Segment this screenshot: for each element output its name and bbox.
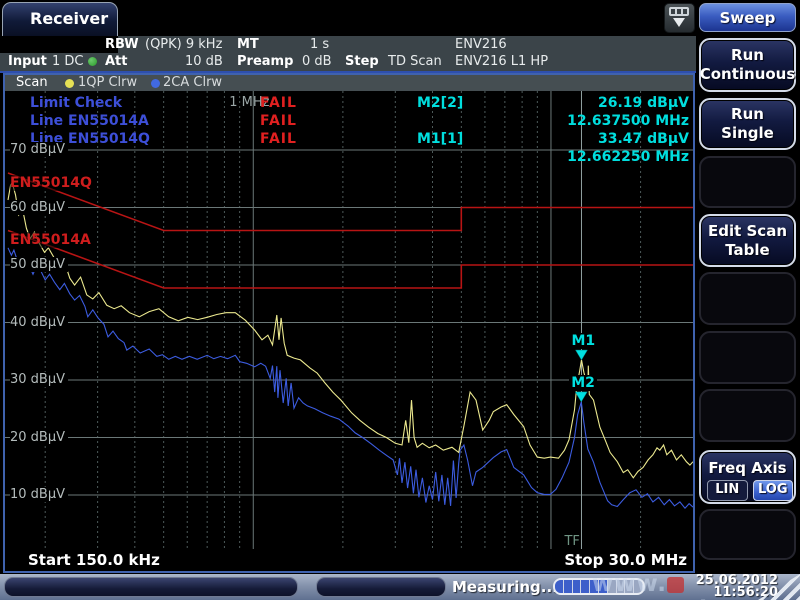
softkey-blank-5 (699, 509, 796, 560)
mt-value: 1 s (310, 37, 329, 52)
status-segment-left (4, 577, 298, 597)
rbw-value: (QPK) 9 kHz (145, 37, 222, 52)
y-axis-tick-label: 60 dBµV (10, 200, 68, 215)
step-key: Step (345, 54, 379, 69)
more-dots-icon (669, 7, 689, 16)
status-bar: Measuring... www.centronics.com 25.06.20… (0, 574, 800, 600)
env216-l1hp-label: ENV216 L1 HP (455, 54, 548, 69)
softkey-menu-title: Sweep (699, 3, 796, 32)
y-axis-tick-label: 20 dBµV (10, 430, 68, 445)
marker-m2-freq: 12.637500 MHz (567, 113, 689, 129)
limit-label-en55014q: EN55014Q (10, 175, 92, 191)
att-value: 10 dB (185, 54, 223, 69)
run-single-button[interactable]: Run Single (699, 98, 796, 150)
softkey-sidebar: Sweep Run Continuous Run Single Edit Sca… (696, 0, 800, 574)
marker-m2-level: 26.19 dBµV (598, 95, 689, 111)
freq-axis-lin-toggle[interactable]: LIN (707, 480, 748, 501)
limit-check-label: Limit Check (30, 95, 122, 111)
rbw-key: RBW (105, 37, 139, 52)
softkey-blank-1 (699, 156, 796, 208)
scan-title: Scan (16, 75, 48, 90)
y-axis-tick-label: 50 dBµV (10, 257, 68, 272)
input-value: 1 DC (52, 54, 84, 69)
softkey-blank-4 (699, 389, 796, 442)
freq-axis-label: Freq Axis (701, 459, 794, 478)
y-axis-tick-label: 30 dBµV (10, 372, 68, 387)
marker-m1-flag[interactable]: M1 (569, 333, 597, 349)
limit-line-a-label: Line EN55014A (30, 113, 149, 129)
start-frequency-label: Start 150.0 kHz (28, 551, 160, 569)
limit-line-q-result: FAIL (260, 131, 297, 147)
run-continuous-button[interactable]: Run Continuous (699, 38, 796, 92)
y-axis-tick-label: 70 dBµV (10, 142, 68, 157)
y-axis-tick-label: 10 dBµV (10, 487, 68, 502)
input-key: Input (8, 54, 47, 69)
marker-m1-freq: 12.662250 MHz (567, 149, 689, 165)
edit-scan-table-button[interactable]: Edit Scan Table (699, 214, 796, 267)
limit-check-result: FAIL (260, 95, 297, 111)
trace2-label[interactable]: 2CA Clrw (163, 75, 222, 90)
trace2-color-dot-icon (151, 79, 160, 88)
marker-m1-name: M1[1] (417, 131, 463, 147)
step-value: TD Scan (388, 54, 442, 69)
freq-axis-log-toggle[interactable]: LOG (753, 480, 794, 501)
preamp-key: Preamp (237, 54, 293, 69)
limit-line-a-result: FAIL (260, 113, 297, 129)
env216-label: ENV216 (455, 37, 507, 52)
mt-key: MT (237, 37, 259, 52)
tab-receiver[interactable]: Receiver (2, 2, 118, 36)
preamp-value: 0 dB (302, 54, 332, 69)
freq-axis-button[interactable]: Freq Axis LIN LOG (699, 450, 796, 504)
y-axis-tick-label: 40 dBµV (10, 315, 68, 330)
input-status-led (88, 57, 97, 66)
status-segment-mid (316, 577, 446, 597)
att-key: Att (105, 54, 128, 69)
trace1-label[interactable]: 1QP Clrw (78, 75, 137, 90)
trace1-color-dot-icon (65, 79, 74, 88)
measuring-status: Measuring... (452, 578, 558, 596)
softkey-blank-3 (699, 331, 796, 384)
more-softkeys-button[interactable] (664, 3, 695, 33)
spectrum-plot: 1 MHz Limit Check FAIL Line EN55014A FAI… (5, 91, 693, 549)
marker-m2-flag[interactable]: M2 (569, 375, 597, 391)
limit-label-en55014a: EN55014A (10, 232, 91, 248)
header-row-1: RBW (QPK) 9 kHz MT 1 s ENV216 (118, 36, 696, 53)
marker-m2-name: M2[2] (417, 95, 463, 111)
softkey-blank-2 (699, 272, 796, 325)
tuned-frequency-label: TF (564, 534, 579, 549)
scan-title-bar: Scan 1QP Clrw 2CA Clrw (5, 75, 693, 91)
chevron-down-icon (673, 18, 685, 27)
instrument-screen: Receiver RBW (QPK) 9 kHz MT 1 s ENV216 I… (0, 0, 800, 600)
watermark-logo-icon (667, 577, 684, 593)
header-row-2: Input 1 DC Att 10 dB Preamp 0 dB Step TD… (0, 53, 696, 71)
marker-m1-level: 33.47 dBµV (598, 131, 689, 147)
stop-frequency-label: Stop 30.0 MHz (564, 551, 687, 569)
